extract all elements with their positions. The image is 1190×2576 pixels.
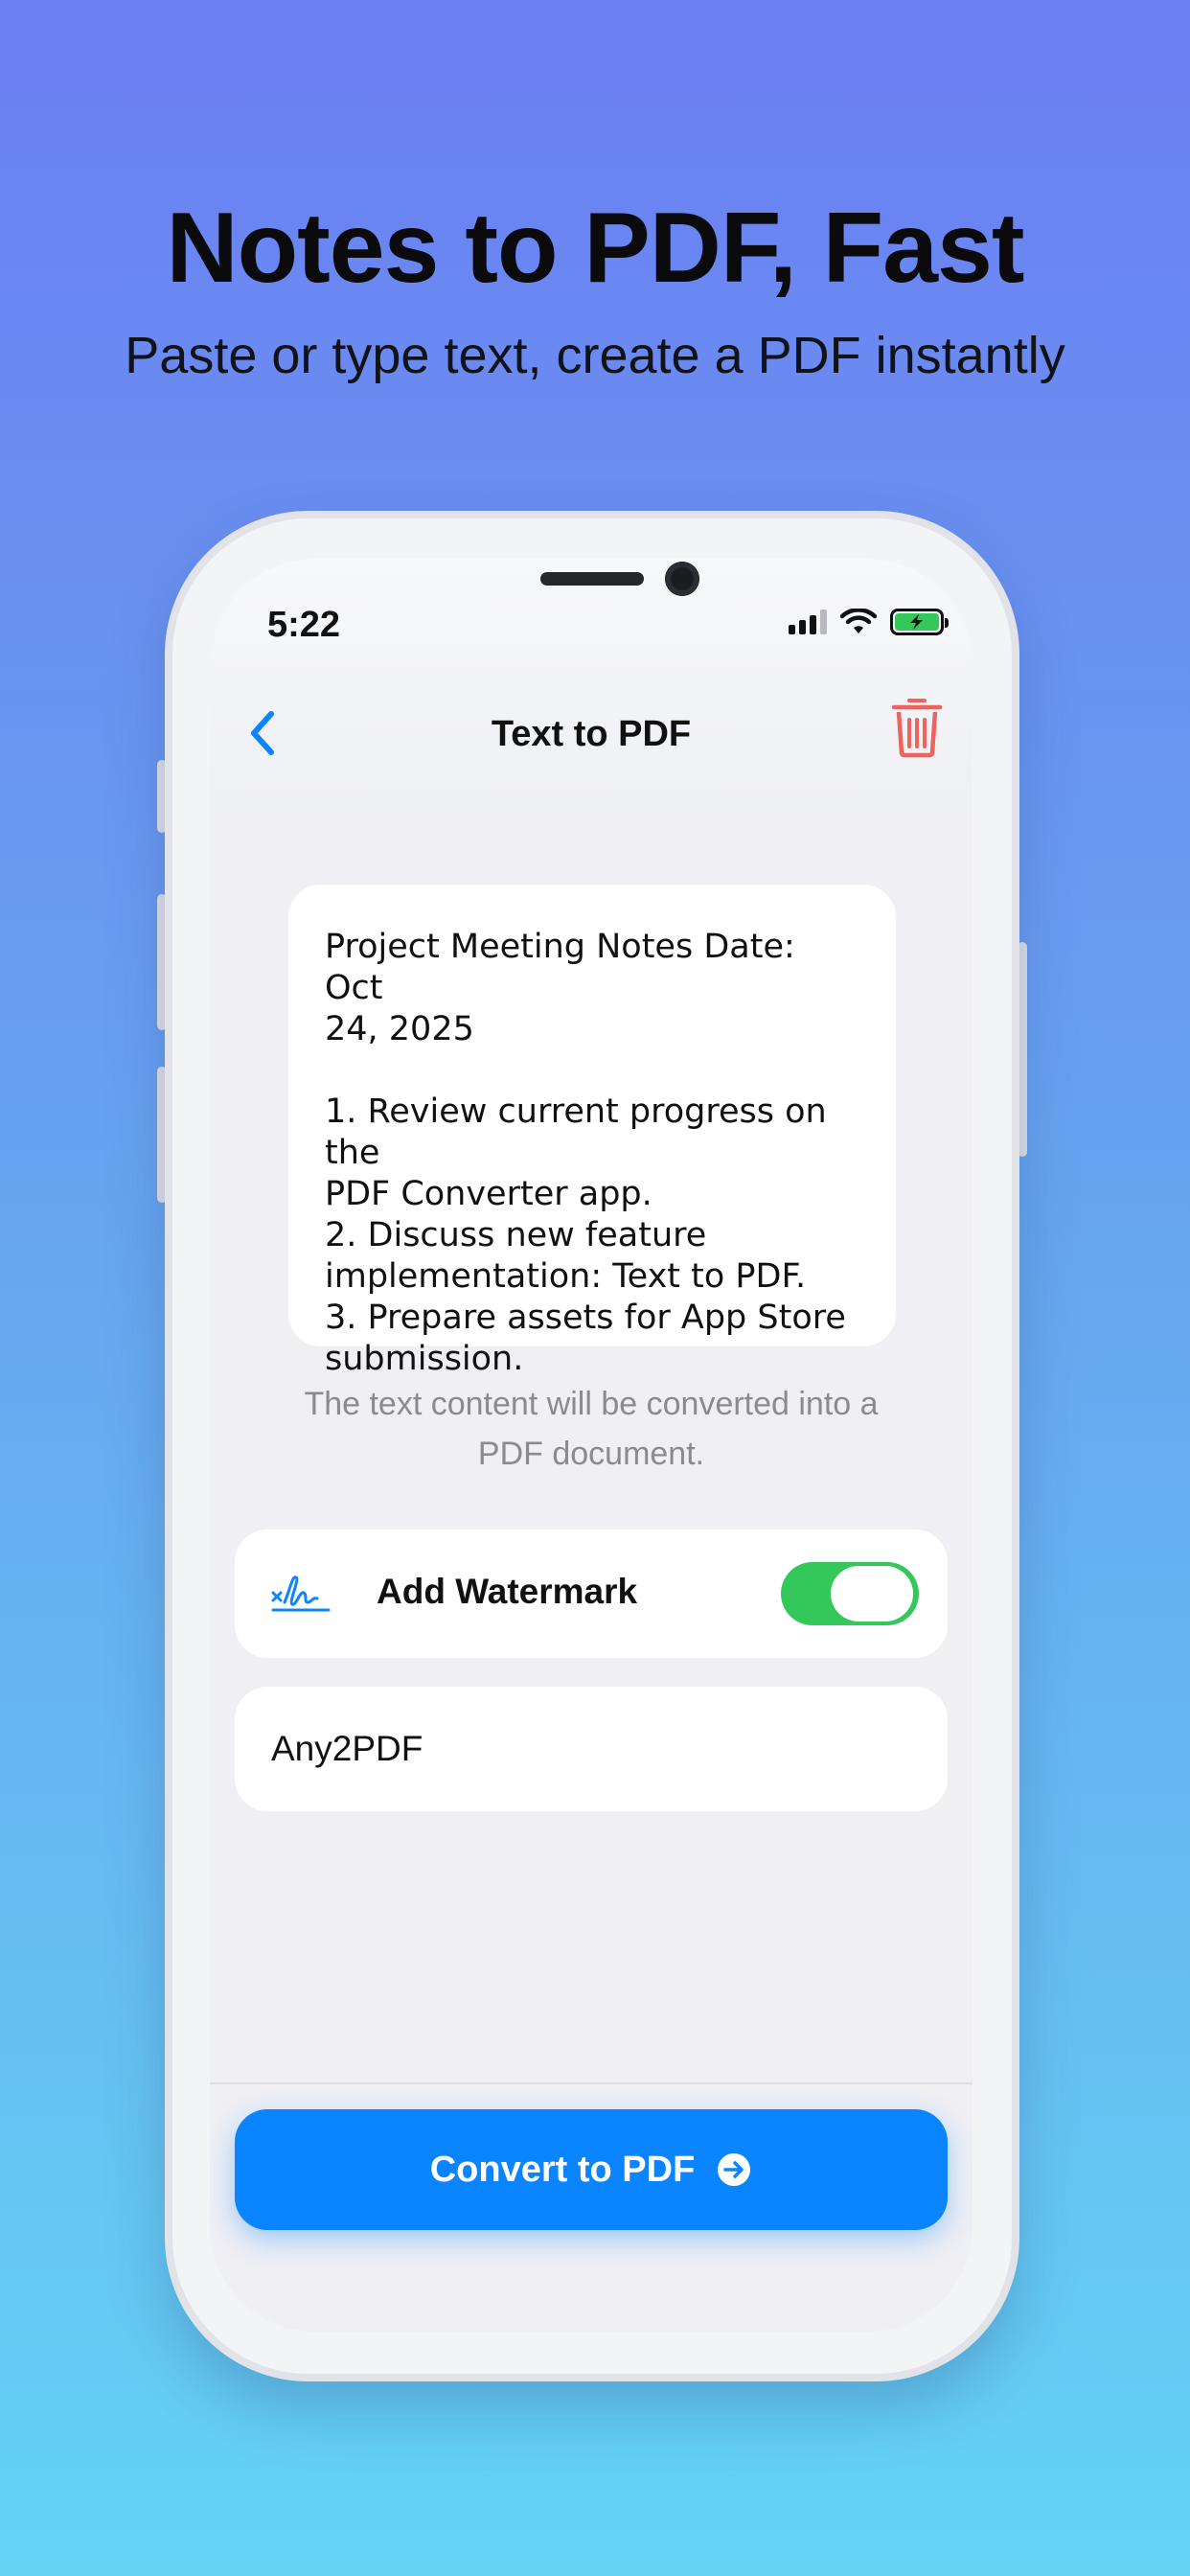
page-title: Text to PDF [491,714,692,754]
status-icons [789,609,949,635]
watermark-toggle[interactable] [781,1562,919,1625]
navigation-area [210,559,973,808]
signature-icon [271,1576,331,1612]
arrow-right-circle-icon [718,2153,751,2186]
toggle-knob [831,1566,913,1622]
conversion-hint: The text content will be converted into … [304,1386,879,1472]
text-editor[interactable]: Project Meeting Notes Date: Oct 24, 2025… [288,885,896,1378]
marketing-subheadline: Paste or type text, create a PDF instant… [125,327,1065,384]
watermark-toggle-row[interactable]: Add Watermark [235,1530,948,1658]
phone-screen: 5:22 Text to PDF Project Meeting Notes D… [210,559,973,2332]
watermark-label: Add Watermark [377,1572,638,1611]
bottom-divider [210,2082,973,2084]
front-camera [665,562,699,596]
trash-icon [891,699,943,758]
watermark-text-field[interactable]: Any2PDF [235,1687,948,1811]
wifi-icon [840,609,877,633]
speaker-grille [540,572,644,586]
marketing-headline: Notes to PDF, Fast [166,193,1025,304]
convert-button-label: Convert to PDF [429,2149,696,2190]
status-time: 5:22 [267,605,341,645]
cellular-signal-icon [789,610,827,634]
convert-to-pdf-button[interactable]: Convert to PDF [235,2109,948,2230]
battery-charging-icon [890,609,949,635]
delete-button[interactable] [890,695,944,758]
